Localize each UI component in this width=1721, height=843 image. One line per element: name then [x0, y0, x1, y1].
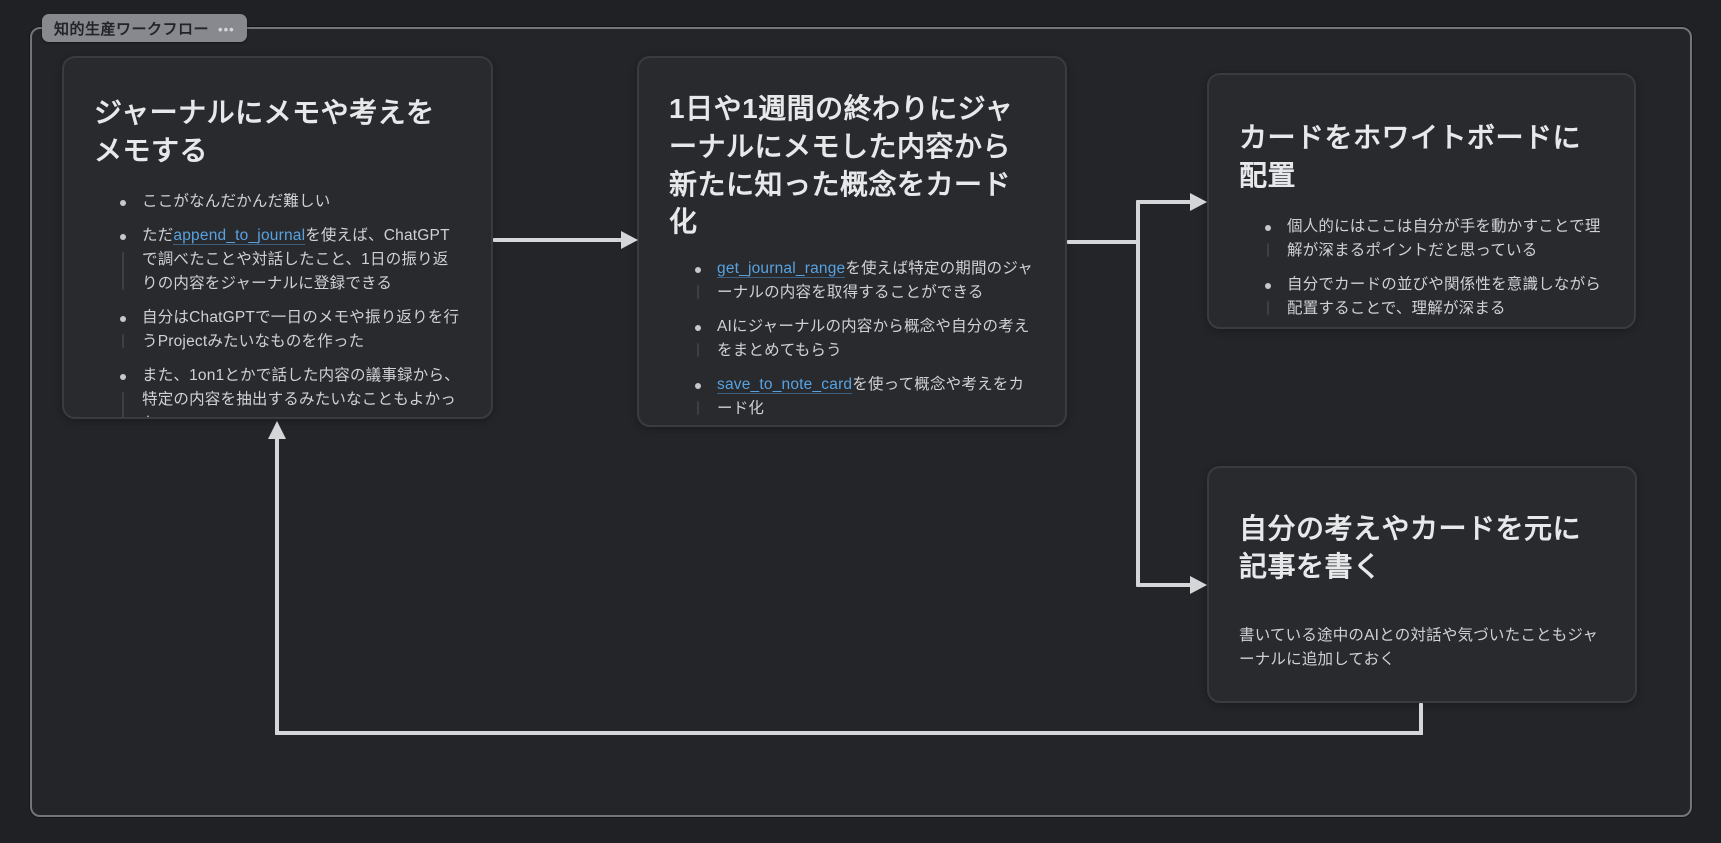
- card-body-text: 書いている途中のAIとの対話や気づいたこともジャーナルに追加しておく: [1239, 624, 1605, 674]
- connector-line: [1138, 583, 1193, 587]
- bullet-item: 個人的にはここは自分が手を動かすことで理解が深まるポイントだと思っている: [1259, 215, 1604, 263]
- connector-line: [275, 438, 279, 735]
- bullet-item: 自分はChatGPTで一日のメモや振り返りを行うProjectみたいなものを作っ…: [114, 306, 461, 354]
- card-title: ジャーナルにメモや考えをメモする: [94, 94, 461, 170]
- arrowhead-icon: [268, 421, 286, 439]
- bullet-item: get_journal_rangeを使えば特定の期間のジャーナルの内容を取得する…: [689, 257, 1035, 305]
- bullet-item: AIにジャーナルの内容から概念や自分の考えをまとめてもらう: [689, 315, 1035, 363]
- bullet-text: AIにジャーナルの内容から概念や自分の考えをまとめてもらう: [717, 318, 1030, 359]
- card-title: カードをホワイトボードに配置: [1239, 119, 1604, 195]
- card-concept-to-card[interactable]: 1日や1週間の終わりにジャーナルにメモした内容から新たに知った概念をカード化 g…: [637, 56, 1067, 427]
- connector-line: [1067, 240, 1140, 244]
- bullet-list: ここがなんだかんだ難しいただappend_to_journalを使えば、Chat…: [94, 190, 461, 419]
- connector-line: [1136, 200, 1140, 587]
- bullet-list: 個人的にはここは自分が手を動かすことで理解が深まるポイントだと思っている自分でカ…: [1239, 215, 1604, 321]
- inline-tool-link[interactable]: get_journal_range: [717, 260, 845, 278]
- connector-line: [493, 238, 623, 242]
- bullet-text: また、1on1とかで話した内容の議事録から、特定の内容を抽出するみたいなこともよ…: [142, 367, 460, 419]
- frame-label[interactable]: 知的生産ワークフロー •••: [42, 14, 247, 42]
- bullet-text: 自分はChatGPTで一日のメモや振り返りを行うProjectみたいなものを作っ…: [142, 309, 459, 350]
- bullet-list: get_journal_rangeを使えば特定の期間のジャーナルの内容を取得する…: [669, 257, 1035, 427]
- frame-menu-dots-icon[interactable]: •••: [218, 21, 235, 36]
- bullet-item: ここがなんだかんだ難しい: [114, 190, 461, 214]
- frame-title: 知的生産ワークフロー: [54, 18, 209, 39]
- connector-line: [1138, 200, 1193, 204]
- bullet-item: ただappend_to_journalを使えば、ChatGPTで調べたことや対話…: [114, 224, 461, 296]
- bullet-text: 個人的にはここは自分が手を動かすことで理解が深まるポイントだと思っている: [1287, 218, 1601, 259]
- bullet-item: save_to_note_cardを使って概念や考えをカード化: [689, 373, 1035, 421]
- connector-line: [275, 731, 1423, 735]
- card-place-on-whiteboard[interactable]: カードをホワイトボードに配置 個人的にはここは自分が手を動かすことで理解が深まる…: [1207, 73, 1636, 329]
- arrowhead-icon: [1190, 193, 1207, 211]
- bullet-text: ただ: [142, 227, 173, 244]
- card-write-article[interactable]: 自分の考えやカードを元に記事を書く 書いている途中のAIとの対話や気づいたことも…: [1207, 466, 1637, 703]
- bullet-text: 自分でカードの並びや関係性を意識しながら配置することで、理解が深まる: [1287, 276, 1601, 317]
- arrowhead-icon: [1190, 576, 1207, 594]
- card-title: 自分の考えやカードを元に記事を書く: [1239, 510, 1605, 586]
- inline-tool-link[interactable]: save_to_note_card: [717, 376, 852, 394]
- whiteboard-canvas[interactable]: 知的生産ワークフロー ••• ジャーナルにメモや考えをメモする ここがなんだかん…: [0, 0, 1721, 843]
- bullet-item: また、1on1とかで話した内容の議事録から、特定の内容を抽出するみたいなこともよ…: [114, 364, 461, 419]
- bullet-text: ここがなんだかんだ難しい: [142, 193, 330, 210]
- card-journal-memo[interactable]: ジャーナルにメモや考えをメモする ここがなんだかんだ難しいただappend_to…: [62, 56, 493, 419]
- inline-tool-link[interactable]: append_to_journal: [173, 227, 305, 245]
- arrowhead-icon: [621, 231, 638, 249]
- card-title: 1日や1週間の終わりにジャーナルにメモした内容から新たに知った概念をカード化: [669, 90, 1035, 241]
- bullet-item: 自分でカードの並びや関係性を意識しながら配置することで、理解が深まる: [1259, 273, 1604, 321]
